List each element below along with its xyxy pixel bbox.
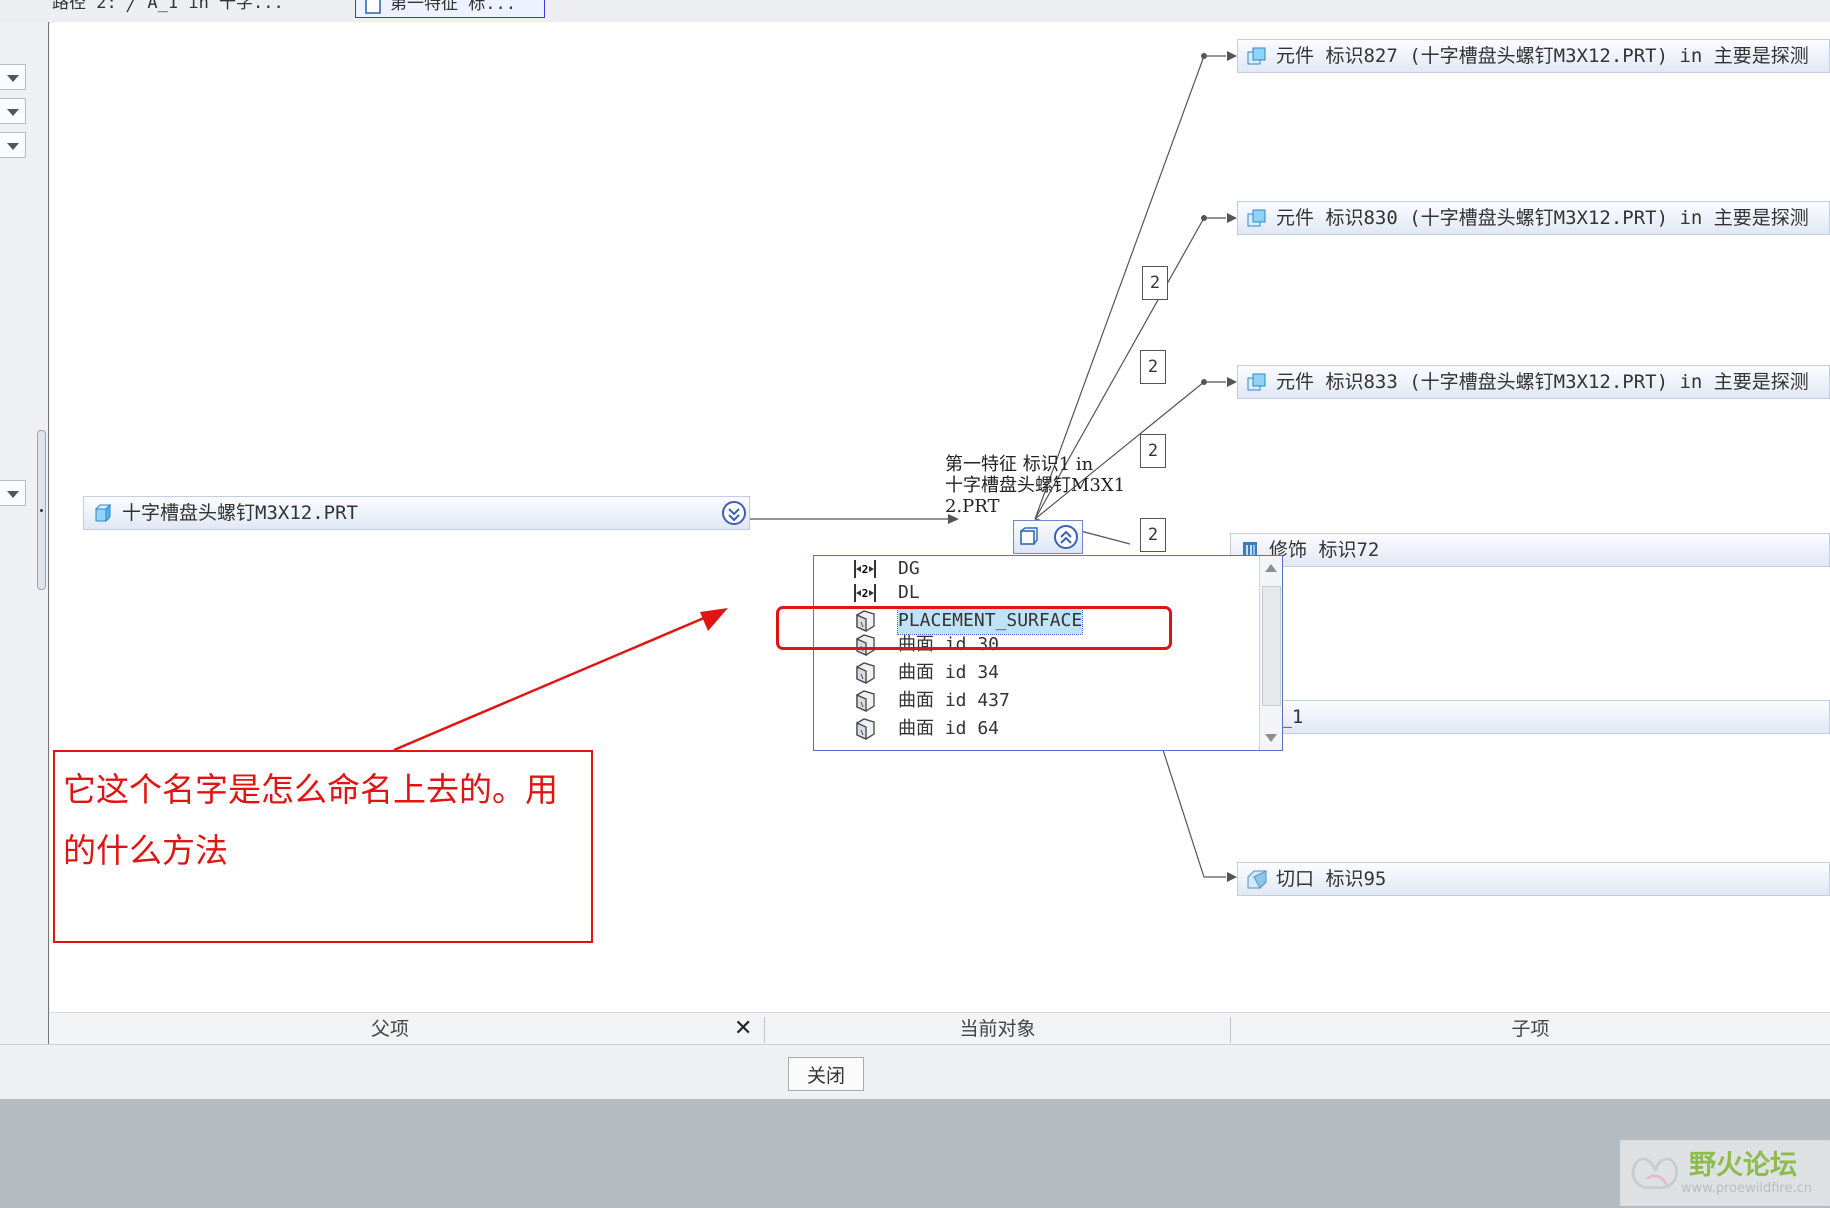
parent-node-label: 十字槽盘头螺钉M3X12.PRT bbox=[122, 502, 358, 524]
column-header-parents: 父项 bbox=[370, 1018, 409, 1040]
component-icon bbox=[1247, 47, 1266, 65]
path-text: 路径 2: ╱ A_1 in 十字... bbox=[52, 0, 284, 13]
column-header-current: 当前对象 bbox=[959, 1018, 1036, 1040]
double-chevron-up-icon[interactable] bbox=[1054, 525, 1078, 549]
current-title-line-3: 2.PRT bbox=[945, 496, 1000, 517]
component-icon bbox=[1247, 209, 1266, 227]
close-x-icon[interactable]: ✕ bbox=[734, 1013, 752, 1045]
svg-text:2: 2 bbox=[862, 563, 869, 576]
current-object-node[interactable] bbox=[1013, 520, 1083, 554]
path-chip[interactable]: 第一特征 标... bbox=[355, 0, 545, 18]
annotation-line-1: 它这个名字是怎么命名上去的。用 bbox=[63, 770, 558, 809]
watermark-url: www.proewildfire.cn bbox=[1681, 1181, 1812, 1196]
scroll-thumb[interactable] bbox=[1262, 586, 1281, 706]
watermark-title: 野火论坛 bbox=[1689, 1150, 1797, 1181]
parent-node[interactable]: 十字槽盘头螺钉M3X12.PRT bbox=[83, 496, 750, 530]
child-node-label: 元件 标识827 (十字槽盘头螺钉M3X12.PRT) in 主要是探测 bbox=[1276, 45, 1809, 67]
surface-icon bbox=[856, 662, 875, 685]
annotation-line-2: 的什么方法 bbox=[63, 831, 228, 870]
annotation-highlight-box bbox=[776, 606, 1172, 650]
current-object-list: 2 DG 2 DL PLACEMENT_SURFACE 曲面 id 30 曲面 … bbox=[813, 555, 1283, 751]
child-node-5[interactable]: A_1 bbox=[1230, 700, 1830, 734]
annotation-callout: 它这个名字是怎么命名上去的。用 的什么方法 bbox=[53, 750, 593, 943]
reference-count-badge: 2 bbox=[1140, 350, 1166, 384]
dimension-icon: 2 bbox=[854, 584, 876, 602]
reference-count-badge: 2 bbox=[1140, 518, 1166, 552]
scroll-up-icon[interactable] bbox=[1265, 564, 1277, 572]
annotation-arrow bbox=[393, 608, 728, 752]
path-bar: 路径 2: ╱ A_1 in 十字... 第一特征 标... bbox=[0, 0, 1830, 23]
butterfly-logo-icon bbox=[1631, 1157, 1679, 1190]
path-chip-label: 第一特征 标... bbox=[390, 0, 516, 14]
child-node-label: 修饰 标识72 bbox=[1269, 539, 1380, 561]
child-node-1[interactable]: 元件 标识827 (十字槽盘头螺钉M3X12.PRT) in 主要是探测 bbox=[1237, 39, 1830, 73]
list-item-label: 曲面 id 64 bbox=[898, 718, 1000, 739]
watermark: 野火论坛 www.proewildfire.cn bbox=[1620, 1140, 1830, 1206]
surface-icon bbox=[856, 718, 875, 741]
left-panel bbox=[0, 22, 49, 1044]
current-title-line-2: 十字槽盘头螺钉M3X1 bbox=[945, 475, 1126, 496]
list-item-label: 曲面 id 437 bbox=[898, 690, 1010, 711]
list-item-label: DG bbox=[898, 558, 920, 579]
list-item-label: DL bbox=[898, 582, 920, 603]
list-scrollbar[interactable] bbox=[1259, 556, 1282, 750]
list-item-label: 曲面 id 34 bbox=[898, 662, 1000, 683]
close-button[interactable]: 关闭 bbox=[788, 1057, 864, 1091]
reference-count-badge: 2 bbox=[1142, 266, 1168, 300]
child-node-6[interactable]: 切口 标识95 bbox=[1237, 862, 1830, 896]
panel-splitter[interactable] bbox=[37, 430, 46, 590]
column-headers: 父项 ✕ 当前对象 子项 bbox=[50, 1012, 1830, 1045]
column-header-children: 子项 bbox=[1511, 1018, 1550, 1040]
component-icon bbox=[1247, 373, 1266, 391]
svg-text:2: 2 bbox=[862, 587, 869, 600]
dimension-icon: 2 bbox=[854, 560, 876, 578]
surface-icon bbox=[856, 690, 875, 713]
double-chevron-down-icon[interactable] bbox=[722, 501, 746, 525]
scroll-down-icon[interactable] bbox=[1265, 734, 1277, 742]
feature-icon bbox=[1020, 527, 1038, 545]
filter-dropdown-1[interactable] bbox=[0, 64, 26, 90]
dialog-button-bar: 关闭 bbox=[0, 1044, 1830, 1099]
part-icon bbox=[94, 503, 112, 523]
filter-dropdown-2[interactable] bbox=[0, 98, 26, 124]
child-node-4[interactable]: 修饰 标识72 bbox=[1230, 533, 1830, 567]
child-node-3[interactable]: 元件 标识833 (十字槽盘头螺钉M3X12.PRT) in 主要是探测 bbox=[1237, 365, 1830, 399]
child-node-label: 切口 标识95 bbox=[1276, 868, 1387, 890]
child-node-2[interactable]: 元件 标识830 (十字槽盘头螺钉M3X12.PRT) in 主要是探测 bbox=[1237, 201, 1830, 235]
feature-icon bbox=[365, 0, 381, 14]
child-node-label: 元件 标识833 (十字槽盘头螺钉M3X12.PRT) in 主要是探测 bbox=[1276, 371, 1809, 393]
child-node-label: 元件 标识830 (十字槽盘头螺钉M3X12.PRT) in 主要是探测 bbox=[1276, 207, 1809, 229]
filter-dropdown-3[interactable] bbox=[0, 132, 26, 158]
reference-count-badge: 2 bbox=[1140, 434, 1166, 468]
cut-icon bbox=[1247, 870, 1267, 889]
filter-dropdown-4[interactable] bbox=[0, 480, 26, 506]
reference-viewer-window: 路径 2: ╱ A_1 in 十字... 第一特征 标... 十字槽盘头螺钉M3… bbox=[0, 0, 1830, 1099]
